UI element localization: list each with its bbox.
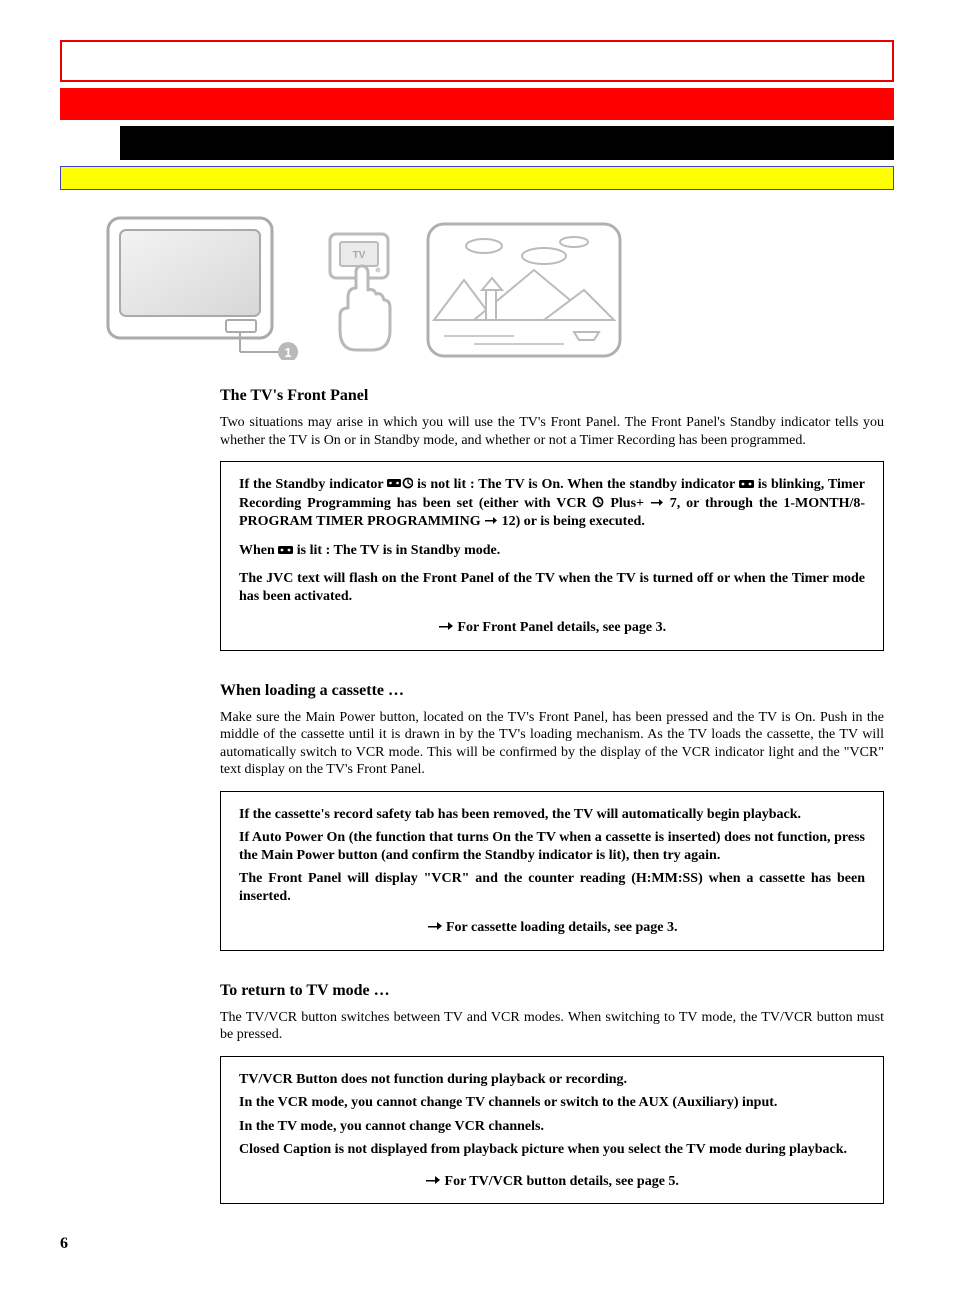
svg-text:TV: TV bbox=[353, 250, 366, 261]
cassette-clock-icon bbox=[387, 477, 413, 495]
header-bar-yellow bbox=[60, 166, 894, 190]
cassette-icon bbox=[278, 543, 293, 561]
opt3-text: TV/VCR Button does not function during p… bbox=[239, 1071, 865, 1089]
section-tv-mode: To return to TV mode … The TV/VCR button… bbox=[220, 981, 884, 1205]
header-bar-black bbox=[120, 126, 894, 160]
opt1-text: 12) or is being executed. bbox=[502, 514, 645, 529]
tv-button-press-figure: TV bbox=[322, 230, 402, 360]
opt3-ref: For TV/VCR button details, see page 5. bbox=[445, 1174, 679, 1189]
opt1-text: is lit : bbox=[297, 543, 334, 558]
figure-marker-1: 1 bbox=[284, 345, 291, 360]
tv-front-panel-figure: 1 bbox=[100, 210, 300, 360]
cassette-icon bbox=[739, 477, 754, 495]
section-body: The TV/VCR button switches between TV an… bbox=[220, 1009, 884, 1044]
opt1-text: The TV is in Standby mode. bbox=[334, 543, 501, 558]
opt1-text: When bbox=[239, 543, 278, 558]
opt3-text: In the VCR mode, you cannot change TV ch… bbox=[239, 1094, 865, 1112]
page-number: 6 bbox=[60, 1234, 894, 1254]
section-front-panel: The TV's Front Panel Two situations may … bbox=[220, 386, 884, 651]
header-bar-red bbox=[60, 88, 894, 120]
section-loading-cassette: When loading a cassette … Make sure the … bbox=[220, 681, 884, 951]
section-title: The TV's Front Panel bbox=[220, 386, 884, 406]
header-bar-red-outline bbox=[60, 40, 894, 82]
hand-pointing-icon bbox=[484, 514, 498, 532]
hand-pointing-icon bbox=[438, 619, 454, 638]
opt1-ref: For Front Panel details, see page 3. bbox=[457, 620, 666, 635]
opt1-text: If the Standby indicator bbox=[239, 477, 387, 492]
opt3-text: In the TV mode, you cannot change VCR ch… bbox=[239, 1118, 865, 1136]
opt3-text: Closed Caption is not displayed from pla… bbox=[239, 1141, 865, 1159]
clock-icon bbox=[592, 496, 604, 514]
opt2-text: The Front Panel will display "VCR" and t… bbox=[239, 870, 865, 905]
option-box-standby: If the Standby indicator is not lit : Th… bbox=[220, 461, 884, 651]
opt1-text: The JVC text will flash on the Front Pan… bbox=[239, 570, 865, 605]
opt2-ref: For cassette loading details, see page 3… bbox=[446, 920, 678, 935]
opt2-text: If Auto Power On (the function that turn… bbox=[239, 829, 865, 864]
option-box-tvvcr: TV/VCR Button does not function during p… bbox=[220, 1056, 884, 1205]
option-box-cassette: If the cassette's record safety tab has … bbox=[220, 791, 884, 951]
section-title: When loading a cassette … bbox=[220, 681, 884, 701]
section-body: Make sure the Main Power button, located… bbox=[220, 709, 884, 779]
hand-pointing-icon bbox=[650, 496, 664, 514]
tv-screen-picture-figure bbox=[424, 220, 624, 360]
figure-row: 1 TV bbox=[100, 210, 894, 360]
hand-pointing-icon bbox=[427, 919, 443, 938]
hand-pointing-icon bbox=[425, 1173, 441, 1192]
opt1-text: is not lit : The TV is On. When the stan… bbox=[417, 477, 739, 492]
opt2-text: If the cassette's record safety tab has … bbox=[239, 806, 865, 824]
section-body: Two situations may arise in which you wi… bbox=[220, 414, 884, 449]
section-title: To return to TV mode … bbox=[220, 981, 884, 1001]
opt1-text: Plus+ bbox=[610, 496, 650, 511]
